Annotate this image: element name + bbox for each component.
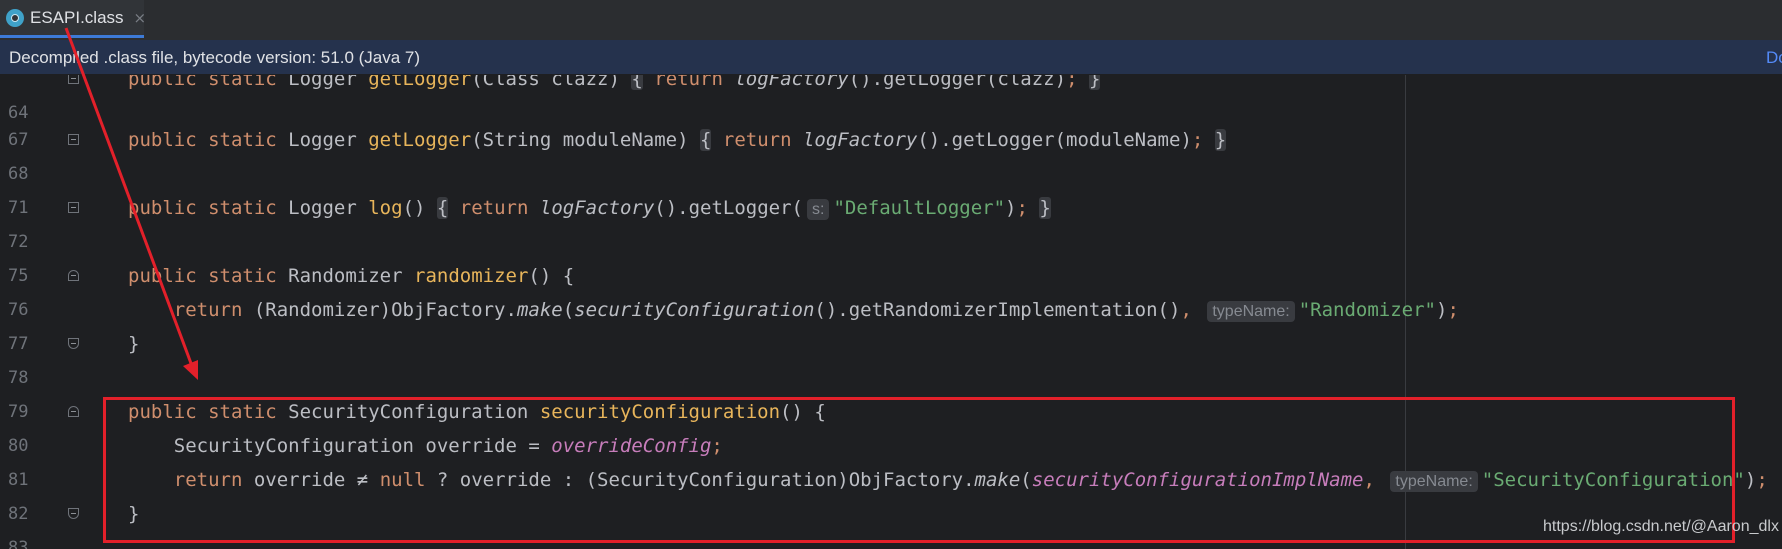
code-line-83: 83 } [0, 497, 1782, 549]
code-line-71: 71 [0, 157, 1782, 218]
code-text: } [128, 333, 140, 355]
fold-marker-icon[interactable] [68, 134, 79, 145]
banner-text: Decompiled .class file, bytecode version… [9, 48, 421, 67]
code-text: public static Logger log() { return logF… [128, 197, 1051, 220]
fold-marker-icon[interactable] [68, 75, 79, 84]
param-hint: typeName: [1390, 471, 1478, 492]
tab-title: ESAPI.class [30, 7, 124, 27]
code-text: SecurityConfiguration override = overrid… [128, 435, 723, 457]
fold-marker-icon[interactable] [68, 508, 79, 519]
fold-marker-icon[interactable] [68, 338, 79, 349]
editor-tab-bar: ESAPI.class × [0, 0, 1782, 41]
param-hint: s: [806, 199, 830, 220]
code-text: } [128, 503, 140, 525]
code-text: public static Randomizer randomizer() { [128, 265, 575, 287]
code-line-72: 72 public static Logger log() { return l… [0, 191, 1782, 252]
code-text: public static Logger getLogger(String mo… [128, 129, 1227, 151]
fold-marker-icon[interactable] [68, 202, 79, 213]
java-class-file-icon [6, 8, 24, 27]
fold-marker-icon[interactable] [68, 270, 79, 281]
code-text: public static SecurityConfiguration secu… [128, 401, 826, 423]
fold-marker-icon[interactable] [68, 406, 79, 417]
code-line-77: 77 return (Randomizer)ObjFactory.make(se… [0, 293, 1782, 354]
code-text: return (Randomizer)ObjFactory.make(secur… [173, 299, 1459, 322]
code-editor[interactable]: 64 public static Logger getLogger(Class … [0, 75, 1782, 549]
code-line-68: 68 public static Logger getLogger(String… [0, 123, 1782, 184]
banner-action-link[interactable]: Do [1766, 40, 1782, 75]
line-number: 83 [8, 538, 29, 549]
code-line-78: 78 } [0, 327, 1782, 388]
code-line-80: 80 public static SecurityConfiguration s… [0, 395, 1782, 456]
code-line-79: 79 [0, 361, 1782, 422]
code-line-67: 67 [0, 89, 1782, 150]
code-line-81: 81 SecurityConfiguration override = over… [0, 429, 1782, 490]
code-line-76: 76 public static Randomizer randomizer()… [0, 259, 1782, 320]
param-hint: typeName: [1207, 301, 1295, 322]
watermark: https://blog.csdn.net/@Aaron_dlx [1543, 518, 1779, 535]
close-icon[interactable]: × [134, 9, 147, 27]
decompiled-banner: Decompiled .class file, bytecode version… [0, 40, 1782, 75]
code-text: return override ≠ null ? override : (Sec… [173, 469, 1768, 492]
code-line-75: 75 [0, 225, 1782, 286]
tab-esapi-class[interactable]: ESAPI.class × [0, 0, 147, 38]
code-line-82: 82 return override ≠ null ? override : (… [0, 463, 1782, 524]
